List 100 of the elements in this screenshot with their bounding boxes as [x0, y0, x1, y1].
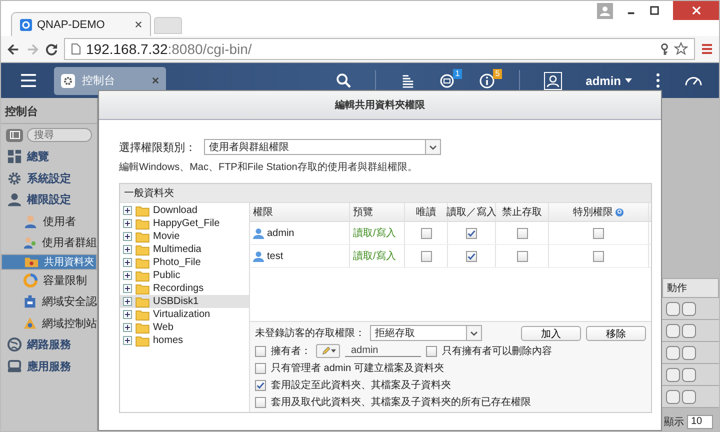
info-badge: 5 [493, 68, 502, 78]
gear-icon [61, 74, 75, 88]
checkbox[interactable] [516, 250, 528, 262]
folder-item[interactable]: Web [120, 321, 249, 334]
owner-field[interactable]: admin [345, 345, 421, 357]
field-label: 選擇權限類別： [119, 140, 196, 154]
star-icon[interactable] [674, 42, 688, 56]
expand-icon[interactable] [123, 206, 132, 215]
info-icon[interactable] [478, 72, 495, 88]
folder-item[interactable]: Public [120, 269, 249, 282]
pencil-icon [320, 346, 330, 356]
sidebar-item[interactable]: 網域安全認 [1, 291, 97, 312]
expand-icon[interactable] [123, 297, 132, 306]
sidebar-item[interactable]: 總覽 [1, 146, 97, 168]
expand-icon[interactable] [123, 245, 132, 254]
expand-icon[interactable] [123, 232, 132, 241]
close-icon[interactable] [135, 21, 142, 28]
group-icon [23, 235, 37, 250]
checkmark-icon [256, 380, 265, 390]
search-icon[interactable] [336, 73, 351, 88]
action-button[interactable]: 加入 [521, 326, 581, 340]
checkbox[interactable] [516, 228, 528, 238]
expand-icon[interactable] [123, 258, 132, 267]
checkbox[interactable] [255, 346, 266, 356]
page-size-field[interactable]: 10 [687, 415, 713, 429]
expand-icon[interactable] [123, 310, 132, 319]
expand-icon[interactable] [123, 323, 132, 332]
checkmark-icon [467, 252, 476, 260]
checkbox[interactable] [593, 228, 604, 238]
grid-icon [7, 149, 22, 164]
sync-icon[interactable] [438, 72, 455, 88]
user-icon[interactable] [544, 72, 562, 90]
column-header: 讀取／寫入 [448, 203, 496, 221]
folder-item[interactable]: homes [120, 334, 249, 347]
site-icon [20, 18, 32, 30]
sidebar-item[interactable]: 權限設定 [1, 189, 97, 210]
expand-icon[interactable] [123, 219, 132, 228]
address-bar[interactable]: 192.168.7.32:8080/cgi-bin/ [64, 38, 695, 60]
folder-item[interactable]: Movie [120, 230, 249, 243]
checkbox[interactable] [255, 362, 266, 374]
checkbox[interactable] [255, 396, 266, 408]
sidebar-item[interactable]: 應用服務 [1, 356, 97, 377]
sidebar-item[interactable]: 使用者群組 [1, 232, 97, 254]
checkbox[interactable] [466, 228, 477, 238]
more-icon[interactable] [656, 73, 660, 88]
checkbox[interactable] [426, 346, 437, 356]
caret-icon [470, 330, 478, 336]
layout-icon [10, 131, 20, 139]
checkbox[interactable] [466, 250, 477, 262]
close-icon[interactable] [152, 77, 159, 84]
sidebar-title: 控制台 [1, 98, 97, 124]
folder-item[interactable]: Photo_File [120, 256, 249, 269]
folder-item[interactable]: Download [120, 204, 249, 217]
gear-icon [7, 170, 22, 186]
expand-icon[interactable] [123, 336, 132, 345]
layout-button[interactable] [6, 128, 23, 142]
reload-icon[interactable] [45, 42, 58, 56]
edit-dropdown[interactable] [316, 344, 340, 358]
menu-icon[interactable] [701, 43, 713, 55]
column-header: 唯讀 [405, 203, 448, 221]
search-field[interactable]: 搜尋 [27, 128, 92, 142]
sidebar-item[interactable]: 容量限制 [1, 270, 97, 291]
notification-badge: 1 [453, 68, 462, 78]
sidebar-item[interactable]: 網域控制站 [1, 312, 97, 334]
guest-access-select[interactable]: 拒絕存取 [370, 325, 482, 341]
action-button[interactable]: 移除 [586, 326, 646, 340]
browser-tab[interactable]: QNAP-DEMO [11, 12, 151, 36]
column-header: 預覽 [350, 203, 405, 221]
folder-item[interactable]: HappyGet_File [120, 217, 249, 230]
maximize-icon[interactable] [650, 6, 659, 15]
key-icon[interactable] [660, 42, 669, 56]
help-icon[interactable] [615, 208, 624, 216]
description-text: 編輯Windows、Mac、FTP和File Station存取的使用者與群組權限。 [119, 160, 418, 174]
folder-item[interactable]: Recordings [120, 282, 249, 295]
checkbox[interactable] [255, 380, 266, 390]
field-label: 未登錄訪客的存取權限： [255, 326, 365, 340]
user-menu[interactable]: admin [586, 74, 632, 88]
column-header: 權限 [250, 203, 350, 221]
checkbox-label: 套用及取代此資料夾、其檔案及子資料夾的所有已存在權限 [271, 396, 531, 409]
expand-icon[interactable] [123, 284, 132, 293]
panel-title: 一般資料夾 [120, 184, 651, 203]
table-cell: test [250, 245, 350, 267]
checkbox[interactable] [593, 250, 604, 262]
close-button[interactable] [673, 1, 719, 20]
back-icon[interactable] [7, 42, 20, 56]
expand-icon[interactable] [123, 271, 132, 280]
checkbox[interactable] [420, 250, 432, 262]
sidebar-item[interactable]: 使用者 [1, 210, 97, 232]
permission-type-select[interactable]: 使用者與群組權限 [204, 139, 441, 155]
sidebar-item[interactable]: 網路服務 [1, 334, 97, 356]
user-icon [253, 250, 264, 262]
sidebar-item[interactable]: 共用資料夾 [1, 254, 97, 270]
folder-item[interactable]: USBDisk1 [120, 295, 249, 308]
user-icon [23, 214, 38, 229]
sidebar-item[interactable]: 系統設定 [1, 168, 97, 189]
folder-item[interactable]: Multimedia [120, 243, 249, 256]
caret-icon [330, 349, 336, 353]
checkbox[interactable] [420, 228, 432, 238]
folder-item[interactable]: Virtualization [120, 308, 249, 321]
checkmark-icon [467, 228, 476, 238]
